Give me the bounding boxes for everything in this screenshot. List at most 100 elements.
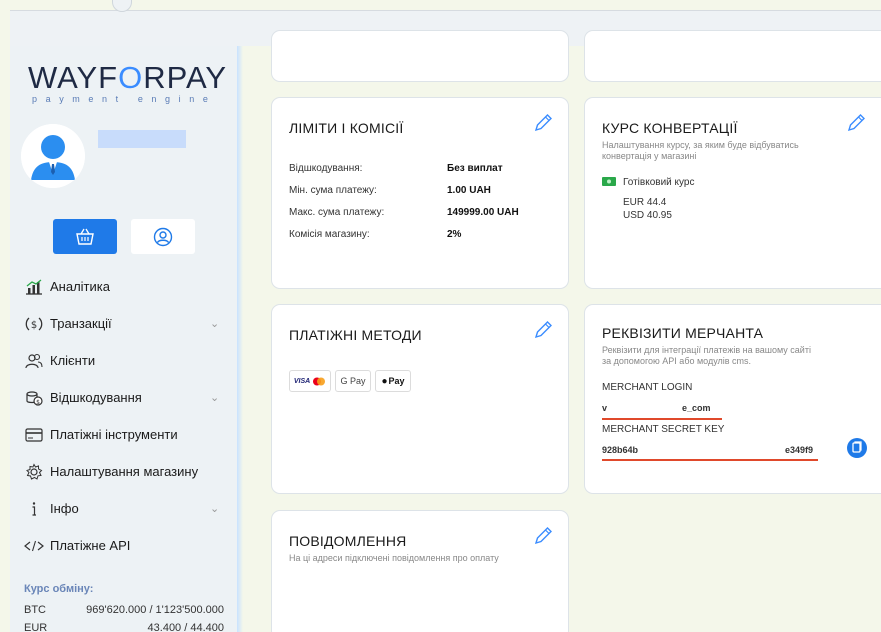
card-subtitle: за допомогою API або модулів cms. [602,356,752,366]
redline-underline [602,418,722,420]
chevron-down-icon[interactable]: ⌄ [210,391,219,404]
basket-icon [76,228,94,245]
dollar-circle-icon: $ [24,315,44,333]
sidebar-item-analytics[interactable]: Аналітика [10,268,237,305]
chevron-down-icon[interactable]: ⌄ [210,317,219,330]
card-partial-left [271,30,569,82]
sidebar-item-payment-api[interactable]: Платіжне API [10,527,237,564]
google-pay-badge: G Pay [335,370,371,392]
logo-tagline: payment engine [32,94,217,104]
pencil-icon[interactable] [532,525,554,547]
card-subtitle: Налаштування курсу, за яким буде відбува… [602,140,799,150]
sidebar-item-label: Платіжні інструменти [50,427,178,442]
limit-key: Макс. сума платежу: [289,207,385,218]
merchant-login-start[interactable]: v [602,403,607,413]
svg-text:$: $ [31,320,37,331]
gear-icon [24,462,44,481]
limit-row: Відшкодування: Без виплат [289,163,503,174]
users-icon [24,352,44,370]
card-title: РЕКВІЗИТИ МЕРЧАНТА [602,325,764,341]
limit-row: Мін. сума платежу: 1.00 UAH [289,185,491,196]
sidebar-item-clients[interactable]: Клієнти [10,342,237,379]
card-conversion: КУРС КОНВЕРТАЦІЇ Налаштування курсу, за … [584,97,881,289]
limit-key: Мін. сума платежу: [289,185,377,196]
pencil-icon[interactable] [532,112,554,134]
username-placeholder [98,130,186,148]
rate-currency: EUR [24,622,48,632]
apple-icon: ● [381,375,388,387]
card-subtitle: На ці адреси підключені повідомлення про… [289,553,499,563]
merchant-login-end[interactable]: e_com [682,403,711,413]
redline-underline [602,459,818,461]
wayforpay-logo[interactable]: WAYFORPAY [28,60,227,96]
apple-pay-badge: ● Pay [375,370,411,392]
sidebar-item-payment-instruments[interactable]: Платіжні інструменти [10,416,237,453]
chevron-down-icon[interactable]: ⌄ [210,502,219,515]
pencil-icon[interactable] [532,319,554,341]
limit-key: Комісія магазину: [289,229,370,240]
limit-value: 1.00 UAH [447,185,491,196]
merchant-login-label: MERCHANT LOGIN [602,382,693,393]
rate-usd: USD 40.95 [623,210,672,221]
rate-currency: BTC [24,604,46,616]
card-title: КУРС КОНВЕРТАЦІЇ [602,120,738,136]
sidebar-item-label: Транзакції [50,316,112,331]
card-title: ЛІМІТИ І КОМІСІЇ [289,120,404,136]
copy-button[interactable] [847,438,867,458]
sidebar-item-label: Інфо [50,501,79,516]
rate-value: 43.400 / 44.400 [147,622,224,632]
merchant-key-start[interactable]: 928b64b [602,445,638,455]
svg-text:$: $ [36,399,40,406]
limit-value: Без виплат [447,163,503,174]
exchange-rates-title: Курс обміну: [24,583,94,595]
limit-value: 2% [447,229,462,240]
shop-button[interactable] [53,219,117,254]
card-notifications: ПОВІДОМЛЕННЯ На ці адреси підключені пов… [271,510,569,632]
visa-mastercard-badge: VISA [289,370,331,392]
card-title: ПЛАТІЖНІ МЕТОДИ [289,327,422,343]
limit-key: Відшкодування: [289,163,363,174]
sidebar-item-label: Налаштування магазину [50,464,199,479]
user-avatar-icon [21,124,85,188]
sidebar-item-label: Аналітика [50,279,110,294]
limit-row: Комісія магазину: 2% [289,229,461,240]
apay-logo: Pay [388,376,405,386]
copy-icon [852,441,862,453]
analytics-icon [24,278,44,296]
user-circle-icon [153,227,173,246]
sidebar-item-label: Відшкодування [50,390,142,405]
credit-card-icon [24,426,44,444]
sidebar-item-label: Клієнти [50,353,96,368]
pencil-icon[interactable] [845,112,867,134]
sidebar-item-transactions[interactable]: $ Транзакції ⌄ [10,305,237,342]
limit-value: 149999.00 UAH [447,207,519,218]
sidebar-shadow [237,46,243,632]
merchant-key-end[interactable]: e349f9 [785,445,813,455]
sidebar-menu: Аналітика $ Транзакції ⌄ Клієнти $ Відшк… [10,268,237,564]
card-title: ПОВІДОМЛЕННЯ [289,533,407,549]
cash-icon [602,177,616,186]
card-subtitle: конвертація у магазині [602,151,697,161]
sidebar-item-info[interactable]: Інфо ⌄ [10,490,237,527]
limit-row: Макс. сума платежу: 149999.00 UAH [289,207,519,218]
avatar[interactable] [21,124,85,188]
sidebar-item-refunds[interactable]: $ Відшкодування ⌄ [10,379,237,416]
cash-rate-label: Готівковий курс [623,177,695,188]
card-subtitle: Реквізити для інтеграції платежів на ваш… [602,345,811,355]
profile-button[interactable] [131,219,195,254]
code-icon [24,537,44,555]
rate-eur: EUR 44.4 [623,197,667,208]
merchant-secret-key-label: MERCHANT SECRET KEY [602,424,725,435]
info-icon [24,500,44,518]
rate-row-eur: EUR 43.400 / 44.400 [24,622,224,632]
sidebar: WAYFORPAY payment engine Аналітика $ Тра… [10,46,243,632]
card-partial-right [584,30,881,82]
gpay-logo: G Pay [340,376,366,386]
sidebar-item-shop-settings[interactable]: Налаштування магазину [10,453,237,490]
rate-row-btc: BTC 969'620.000 / 1'123'500.000 [24,604,224,616]
card-payment-methods: ПЛАТІЖНІ МЕТОДИ VISA G Pay ● Pay [271,304,569,494]
card-merchant-details: РЕКВІЗИТИ МЕРЧАНТА Реквізити для інтегра… [584,304,881,494]
card-limits: ЛІМІТИ І КОМІСІЇ Відшкодування: Без випла… [271,97,569,289]
rate-value: 969'620.000 / 1'123'500.000 [86,604,224,616]
mastercard-icon [313,377,326,385]
